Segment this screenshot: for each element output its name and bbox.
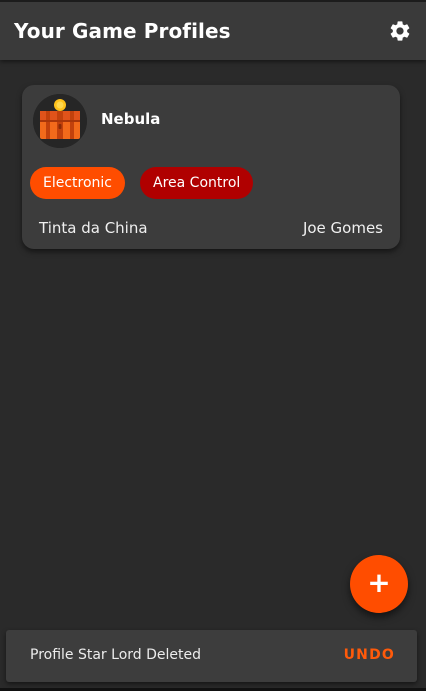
game-name: Nebula	[101, 110, 161, 128]
game-avatar	[33, 94, 87, 148]
settings-button[interactable]	[388, 19, 412, 43]
plus-icon: +	[367, 566, 391, 599]
publisher-label: Tinta da China	[39, 219, 148, 237]
undo-button[interactable]: UNDO	[344, 647, 395, 663]
snackbar-message: Profile Star Lord Deleted	[30, 647, 201, 663]
game-profile-card[interactable]: Nebula Electronic Area Control Tinta da …	[22, 85, 400, 249]
designer-label: Joe Gomes	[302, 219, 383, 237]
page-title: Your Game Profiles	[14, 19, 231, 43]
gear-icon	[390, 21, 410, 41]
game-profiles-screen: Your Game Profiles Nebula Electronic Are…	[0, 0, 426, 691]
app-bar: Your Game Profiles	[0, 0, 426, 60]
treasure-chest-icon	[33, 94, 87, 148]
add-profile-button[interactable]: +	[350, 555, 408, 613]
tag-chip-area-control[interactable]: Area Control	[140, 167, 254, 199]
tag-chip-electronic[interactable]: Electronic	[30, 167, 126, 199]
snackbar: Profile Star Lord Deleted UNDO	[6, 630, 417, 682]
